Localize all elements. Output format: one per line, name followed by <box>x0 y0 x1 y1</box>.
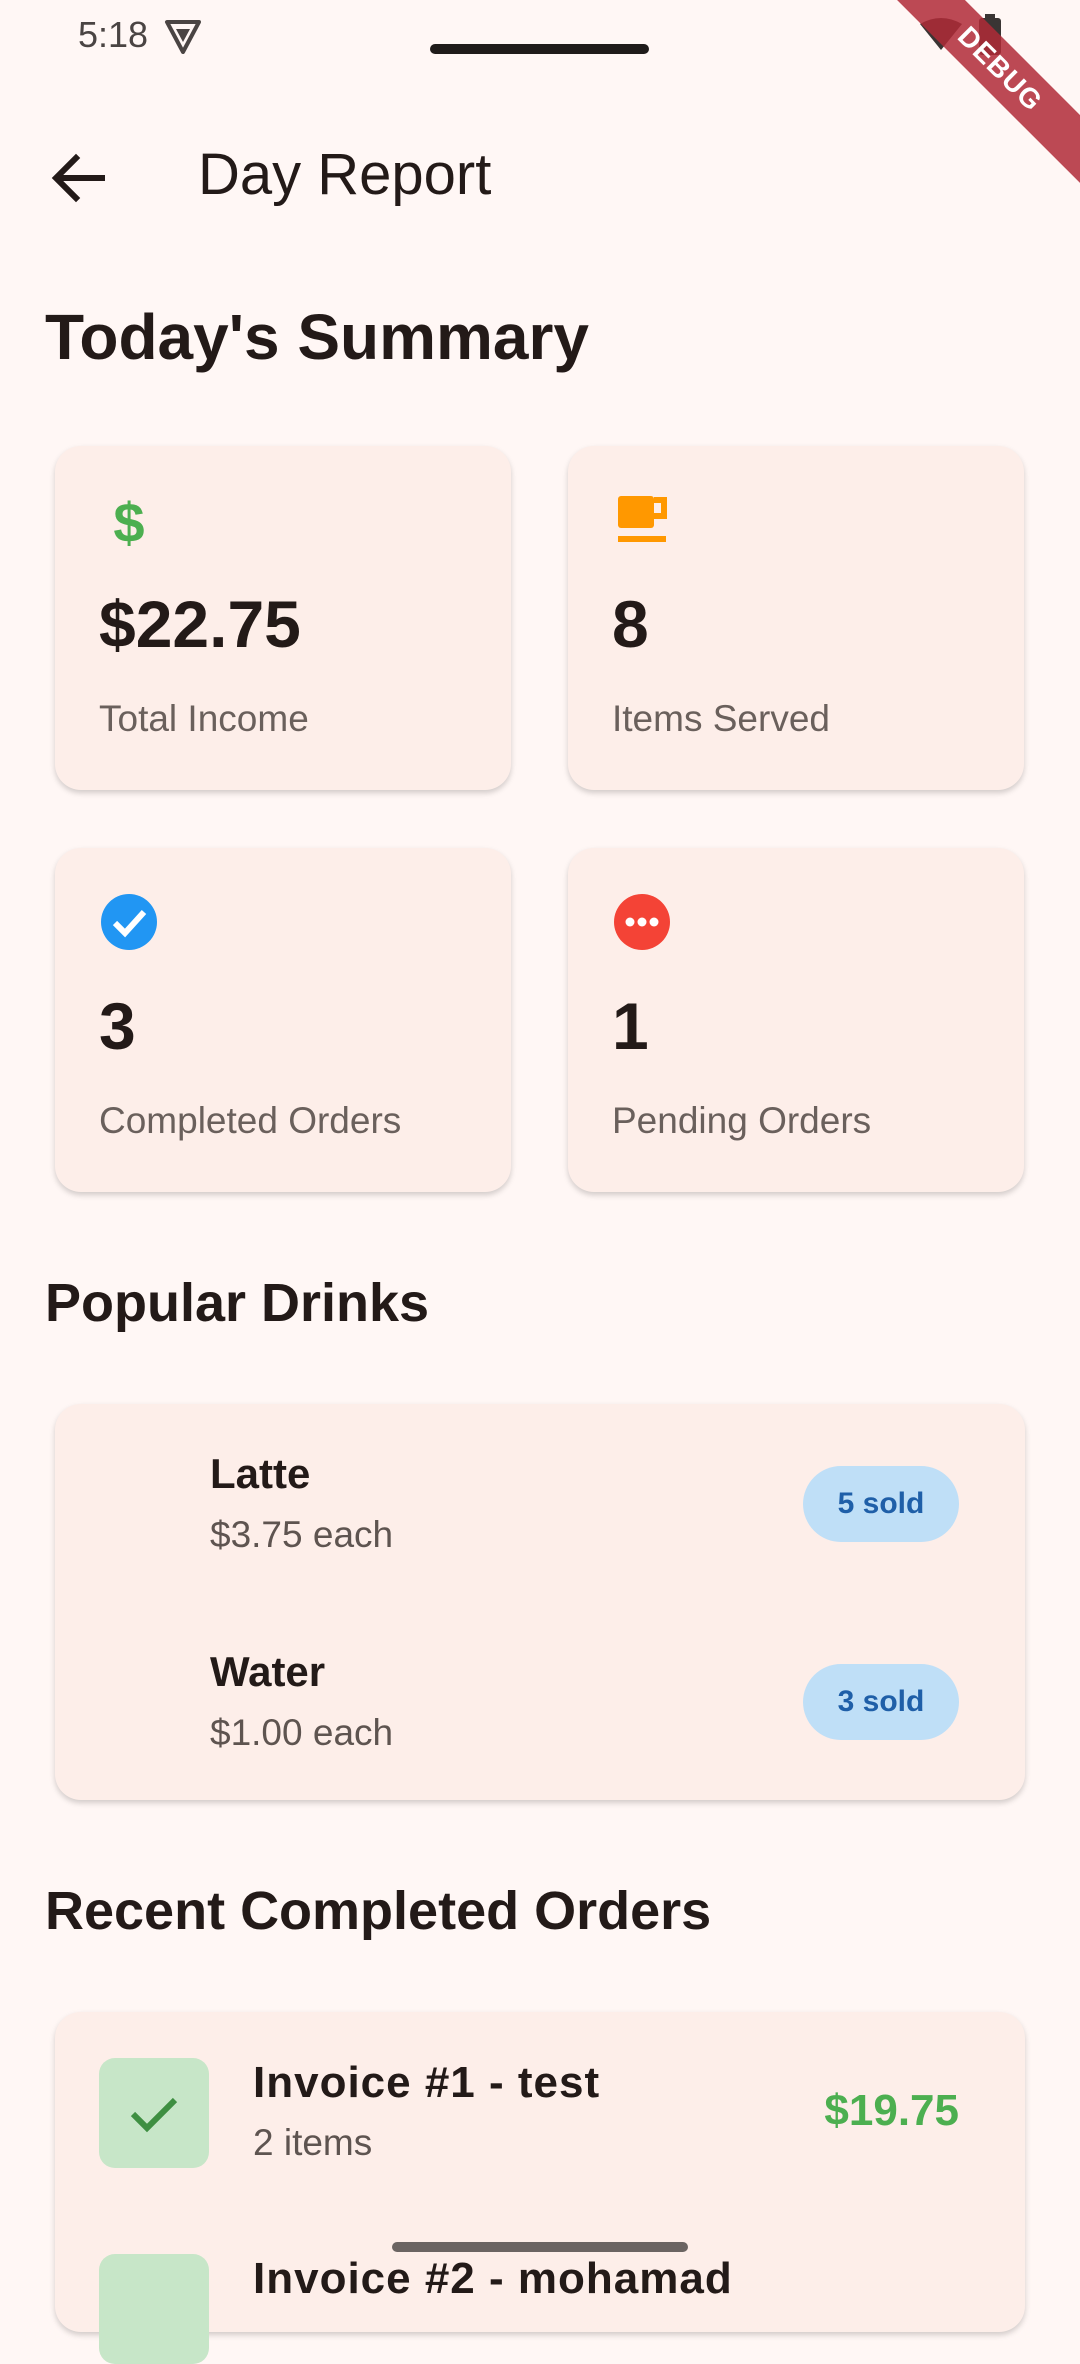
camera-notch <box>430 44 649 54</box>
pending-orders-label: Pending Orders <box>612 1100 872 1141</box>
drink-row-water[interactable]: Water $1.00 each 3 sold <box>55 1602 1025 1782</box>
pending-orders-value: 1 <box>612 989 649 1063</box>
total-income-label: Total Income <box>99 698 309 739</box>
order-title: Invoice #2 - mohamad <box>253 2254 733 2303</box>
svg-text:$: $ <box>113 491 144 550</box>
back-arrow-icon[interactable] <box>40 140 116 216</box>
check-icon <box>130 2097 178 2133</box>
drink-price: $1.00 each <box>210 1712 394 1753</box>
sold-badge: 5 sold <box>803 1466 959 1542</box>
page-title: Day Report <box>198 142 492 207</box>
popular-drinks-title: Popular Drinks <box>45 1273 430 1333</box>
vpn-shield-icon <box>165 20 201 54</box>
recent-orders-title: Recent Completed Orders <box>45 1881 712 1941</box>
order-items: 2 items <box>253 2122 373 2163</box>
sold-badge: 3 sold <box>803 1664 959 1740</box>
items-served-label: Items Served <box>612 698 830 739</box>
dollar-icon: $ <box>113 491 144 550</box>
items-served-value: 8 <box>612 587 649 661</box>
order-title: Invoice #1 - test <box>253 2058 601 2107</box>
home-indicator[interactable] <box>392 2242 688 2252</box>
drink-name: Latte <box>210 1450 311 1497</box>
completed-orders-value: 3 <box>99 989 136 1063</box>
order-status-check <box>99 2058 209 2168</box>
status-time: 5:18 <box>78 14 149 55</box>
popular-drinks-card: Latte $3.75 each 5 sold Water $1.00 each… <box>55 1404 1025 1800</box>
drink-row-latte[interactable]: Latte $3.75 each 5 sold <box>55 1404 1025 1584</box>
drink-name: Water <box>210 1648 326 1695</box>
completed-orders-card: 3 Completed Orders <box>55 848 511 1192</box>
status-bar: 5:18 DEBUG <box>0 0 1080 193</box>
total-income-value: $22.75 <box>99 587 301 661</box>
summary-title: Today's Summary <box>45 301 589 373</box>
check-circle-icon <box>101 894 157 950</box>
pending-orders-card: 1 Pending Orders <box>568 848 1024 1192</box>
app-bar: Day Report <box>0 120 1080 230</box>
completed-orders-label: Completed Orders <box>99 1100 402 1141</box>
order-status-check <box>99 2254 209 2364</box>
total-income-card: $ $22.75 Total Income <box>55 446 511 790</box>
recent-orders-card: Invoice #1 - test 2 items $19.75 Invoice… <box>55 2012 1025 2364</box>
drink-price: $3.75 each <box>210 1514 394 1555</box>
pending-icon <box>614 894 670 950</box>
items-served-card: 8 Items Served <box>568 446 1024 790</box>
coffee-cup-icon <box>618 496 667 542</box>
order-amount: $19.75 <box>824 2086 959 2135</box>
